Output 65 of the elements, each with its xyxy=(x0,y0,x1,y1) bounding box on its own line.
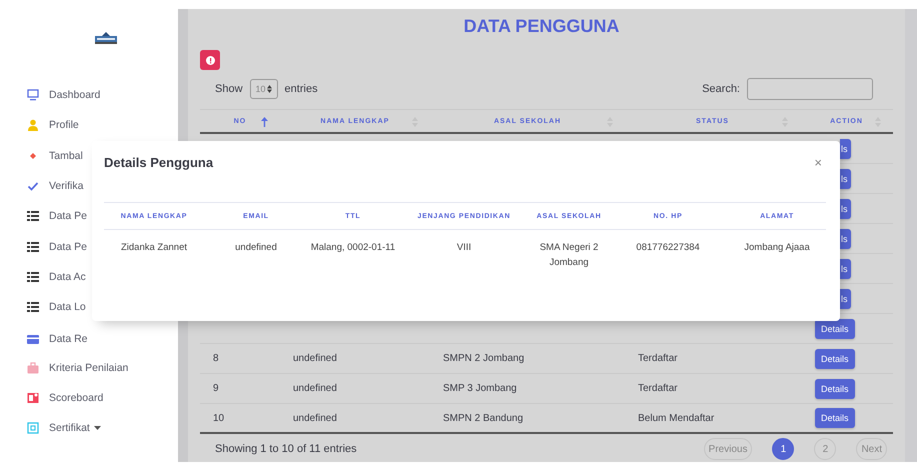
nav-link[interactable]: Data Lo xyxy=(49,301,86,314)
table-cell: Terdaftar xyxy=(638,353,678,364)
details-button[interactable]: ls xyxy=(840,258,850,278)
details-button[interactable]: ls xyxy=(840,168,850,188)
table-cell: SMP 3 Jombang xyxy=(443,383,517,394)
nav-link[interactable]: Scoreboard xyxy=(49,392,104,404)
info-icon xyxy=(206,56,214,64)
table-cell: Terdaftar xyxy=(638,383,678,394)
table-cell: 10 xyxy=(213,412,224,424)
table-cell-text: 081776227384 xyxy=(636,241,700,255)
table-cell: undefined xyxy=(293,383,337,394)
monitor-icon xyxy=(27,89,39,102)
details-button[interactable]: Details xyxy=(815,318,855,338)
info-button[interactable] xyxy=(200,50,220,70)
nav-link[interactable]: Sertifikat xyxy=(49,422,90,434)
close-button[interactable]: × xyxy=(810,154,826,170)
table-cell-text: VIII xyxy=(456,241,472,255)
nav-link[interactable]: Data Ac xyxy=(49,270,86,283)
table-cell: Belum Mendaftar xyxy=(638,412,714,424)
card-icon xyxy=(27,332,39,345)
nav-link[interactable]: Profile xyxy=(49,119,79,132)
list-icon xyxy=(27,210,39,222)
nav-link[interactable]: Data Pe xyxy=(49,210,87,222)
show-label: Show xyxy=(215,83,243,95)
table-cell: undefined xyxy=(293,353,337,364)
table-cell: SMPN 2 Bandung xyxy=(443,412,524,424)
search-label: Search: xyxy=(702,83,740,95)
search-field[interactable] xyxy=(747,78,873,100)
table-cell-text: Zidanka Zannet xyxy=(120,241,187,255)
table-cell-text: SMA Negeri 2 Jombang xyxy=(538,241,600,270)
entries-label: entries xyxy=(284,83,318,95)
scoreboard-icon xyxy=(27,392,39,404)
nav-link[interactable]: Verifika xyxy=(49,180,84,192)
table-cell: SMPN 2 Jombang xyxy=(443,353,524,364)
nav-link[interactable]: Tambal xyxy=(49,150,83,162)
list-icon xyxy=(27,270,39,283)
list-icon xyxy=(27,240,39,253)
nav-link[interactable]: Kriteria Penilaian xyxy=(49,362,128,374)
certificate-icon xyxy=(27,422,39,434)
details-button[interactable]: ls xyxy=(840,138,850,158)
details-button[interactable]: ls xyxy=(840,198,850,218)
page-button[interactable]: 1 xyxy=(772,438,794,460)
table-cell: 8 xyxy=(213,353,219,364)
list-icon xyxy=(27,301,39,314)
nav-link[interactable]: Data Pe xyxy=(49,240,87,253)
details-button[interactable]: Details xyxy=(815,408,855,428)
table-cell: undefined xyxy=(293,412,337,424)
table-cell-text: Jombang Ajaaa xyxy=(744,241,810,255)
dialog-title: Details Pengguna xyxy=(104,154,214,170)
details-button[interactable]: Details xyxy=(815,348,855,368)
table-info: Showing 1 to 10 of 11 entries xyxy=(215,443,357,455)
nav-link[interactable]: Dashboard xyxy=(49,89,100,102)
sort-arrows-icon xyxy=(266,85,272,93)
user-icon xyxy=(27,119,39,132)
check-icon xyxy=(27,180,39,192)
table-cell-text: Malang, 0002-01-11 xyxy=(310,241,396,255)
details-button[interactable]: ls xyxy=(840,288,850,308)
page-title: DATA PENGGUNA xyxy=(462,15,620,37)
details-button[interactable]: ls xyxy=(840,228,850,248)
building-logo xyxy=(95,32,117,44)
table-cell-text: undefined xyxy=(235,241,277,255)
nav-link[interactable]: Data Re xyxy=(49,332,88,345)
details-button[interactable]: Details xyxy=(815,378,855,398)
briefcase-icon xyxy=(27,362,39,374)
table-cell: 9 xyxy=(213,383,219,394)
